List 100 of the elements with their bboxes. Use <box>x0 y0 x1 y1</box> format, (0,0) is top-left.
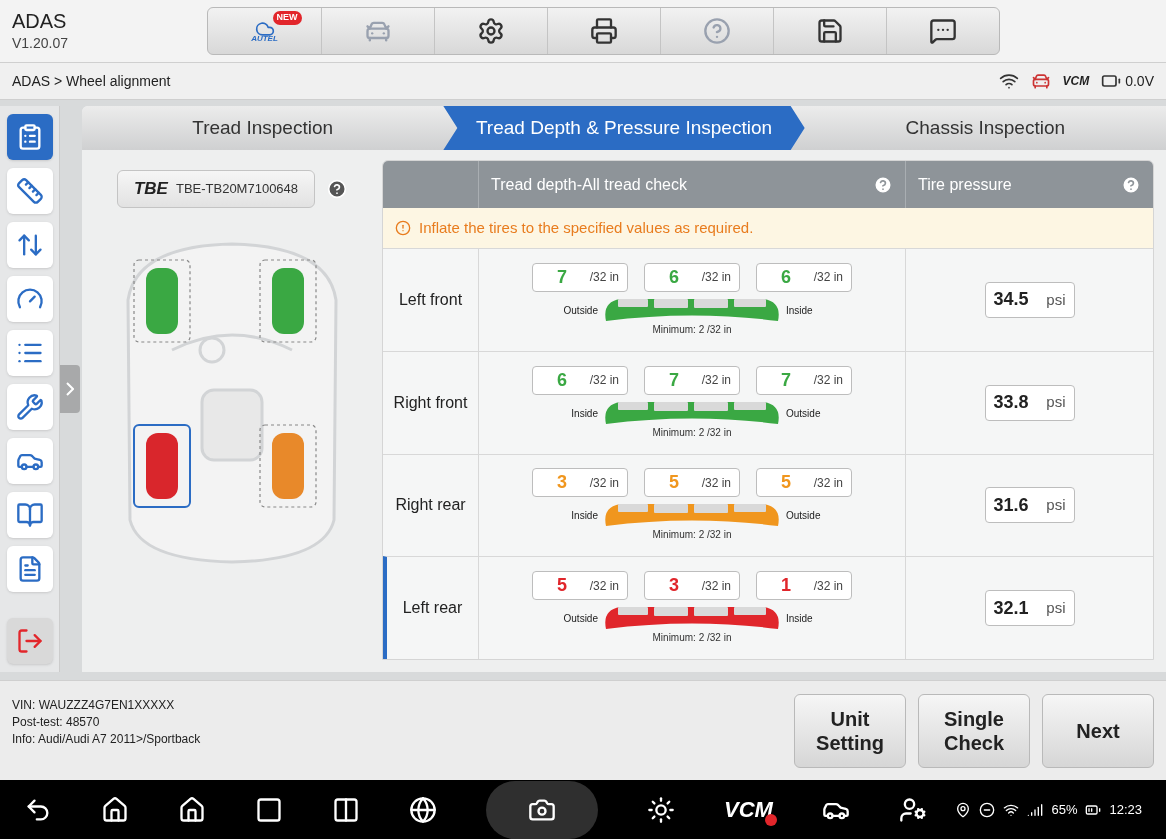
vehicle-info: Info: Audi/Audi A7 2011>/Sportback <box>12 731 201 748</box>
help-icon[interactable] <box>1121 174 1141 195</box>
sensor-logo: TBE <box>133 178 168 201</box>
side-label: Outside <box>562 612 598 627</box>
depth-value: 7 <box>669 368 679 392</box>
depth-unit: /32 in <box>813 372 843 390</box>
tab[interactable]: Tread Inspection <box>82 106 444 150</box>
pressure-unit: psi <box>1046 495 1066 516</box>
house-icon[interactable] <box>178 795 206 824</box>
app-title: ADAS <box>12 8 68 33</box>
sidebar-item[interactable] <box>6 330 53 376</box>
minimum-note: Minimum: 2 /32 in <box>652 425 732 440</box>
tire-drawing[interactable] <box>133 259 191 343</box>
depth-field[interactable]: 7 /32 in <box>532 262 628 292</box>
side-label: Outside <box>562 303 598 318</box>
tire-label: Right rear <box>395 495 466 516</box>
sidebar-item[interactable] <box>6 114 53 160</box>
depth-field[interactable]: 7 /32 in <box>756 365 852 395</box>
sensor-button[interactable]: TBE TBE-TB20M7100648 <box>116 170 316 208</box>
breadcrumb: ADAS > Wheel alignment <box>12 71 171 91</box>
mechanic-icon[interactable] <box>898 795 927 824</box>
connection-icon <box>998 71 1019 91</box>
location-icon <box>955 801 972 818</box>
printer-icon <box>590 17 618 45</box>
toolbar-button[interactable]: NEW AUTEL <box>208 8 321 54</box>
depth-field[interactable]: 5 /32 in <box>532 571 628 601</box>
depth-value: 5 <box>557 574 567 598</box>
column-header: Tire pressure <box>918 174 1012 195</box>
depth-value: 3 <box>669 574 679 598</box>
sidebar-item[interactable] <box>6 276 53 322</box>
home-icon[interactable] <box>101 795 129 824</box>
tire-label: Left front <box>398 289 463 310</box>
ruler-icon <box>15 177 44 205</box>
depth-field[interactable]: 5 /32 in <box>756 468 852 498</box>
depth-field[interactable]: 3 /32 in <box>644 571 740 601</box>
depth-value: 7 <box>557 265 567 289</box>
sidebar-item[interactable] <box>6 492 53 538</box>
help-icon[interactable] <box>873 174 893 195</box>
vcm-status: VCM <box>1062 73 1090 90</box>
side-label: Outside <box>786 509 822 524</box>
depth-value: 6 <box>557 368 567 392</box>
vehicle-info: Post-test: 48570 <box>12 714 101 731</box>
side-label: Inside <box>786 303 814 318</box>
pressure-field[interactable]: 31.6 psi <box>984 487 1075 524</box>
depth-field[interactable]: 6 /32 in <box>532 365 628 395</box>
pressure-field[interactable]: 32.1 psi <box>984 590 1075 627</box>
sidebar-item[interactable] <box>6 384 53 430</box>
tire-drawing[interactable] <box>133 424 191 508</box>
depth-unit: /32 in <box>701 474 731 492</box>
browser-icon[interactable] <box>409 795 437 824</box>
depth-unit: /32 in <box>701 269 731 287</box>
help-icon <box>703 17 731 45</box>
depth-field[interactable]: 5 /32 in <box>644 468 740 498</box>
table-row[interactable]: Right rear 3 /32 in 5 /32 in 5 /32 in Inside Outside Minimum: 2 /32 in 31.6 psi <box>383 453 1153 557</box>
table-row[interactable]: Right front 6 /32 in 7 /32 in 7 /32 in Inside Outside Minimum: 2 /32 in 33.8 psi <box>383 350 1153 454</box>
tab[interactable]: Chassis Inspection <box>804 106 1166 150</box>
action-button[interactable]: Single Check <box>918 693 1030 768</box>
vcm-button[interactable]: VCM <box>724 793 773 826</box>
logo-text: AUTEL <box>251 35 278 43</box>
pressure-field[interactable]: 33.8 psi <box>984 384 1075 421</box>
recent-apps-icon[interactable] <box>255 795 283 824</box>
depth-unit: /32 in <box>701 372 731 390</box>
tire-label: Left rear <box>402 598 463 619</box>
vehicle-info: VIN: WAUZZZ4G7EN1XXXXX <box>12 697 176 714</box>
depth-unit: /32 in <box>589 269 619 287</box>
do-not-disturb-icon <box>979 801 996 818</box>
sidebar-item[interactable] <box>6 546 53 592</box>
depth-value: 6 <box>669 265 679 289</box>
wrench-icon <box>15 393 44 421</box>
tab[interactable]: Tread Depth & Pressure Inspection <box>443 106 805 150</box>
table-row[interactable]: Left rear 5 /32 in 3 /32 in 1 /32 in Outside Inside Minimum: 2 /32 in 32.1 psi <box>383 556 1153 659</box>
sidebar-item[interactable] <box>6 618 53 664</box>
new-badge: NEW <box>272 11 302 25</box>
warning-text: Inflate the tires to the specified values as required. <box>419 217 754 238</box>
voltage-reading: 0.0V <box>1125 71 1154 91</box>
depth-field[interactable]: 6 /32 in <box>644 262 740 292</box>
depth-field[interactable]: 7 /32 in <box>644 365 740 395</box>
pressure-unit: psi <box>1046 289 1066 310</box>
depth-unit: /32 in <box>589 577 619 595</box>
signal-icon <box>1027 801 1044 818</box>
depth-unit: /32 in <box>813 269 843 287</box>
brightness-icon[interactable] <box>647 795 675 824</box>
pressure-field[interactable]: 34.5 psi <box>984 281 1075 318</box>
side-label: Inside <box>570 406 598 421</box>
depth-unit: /32 in <box>589 372 619 390</box>
sidebar-item[interactable] <box>6 168 53 214</box>
sidebar-item[interactable] <box>6 438 53 484</box>
split-screen-icon[interactable] <box>332 795 360 824</box>
action-button[interactable]: Next <box>1042 693 1154 768</box>
sidebar-item[interactable] <box>6 222 53 268</box>
settings-icon <box>477 17 505 45</box>
depth-field[interactable]: 1 /32 in <box>756 571 852 601</box>
depth-value: 1 <box>781 574 791 598</box>
tire-drawing[interactable] <box>259 259 317 343</box>
table-row[interactable]: Left front 7 /32 in 6 /32 in 6 /32 in Outside Inside Minimum: 2 /32 in 34.5 psi <box>383 248 1153 351</box>
collapse-handle[interactable] <box>60 365 80 413</box>
depth-field[interactable]: 3 /32 in <box>532 468 628 498</box>
depth-field[interactable]: 6 /32 in <box>756 262 852 292</box>
action-button[interactable]: Unit Setting <box>794 693 906 768</box>
depth-value: 5 <box>781 471 791 495</box>
